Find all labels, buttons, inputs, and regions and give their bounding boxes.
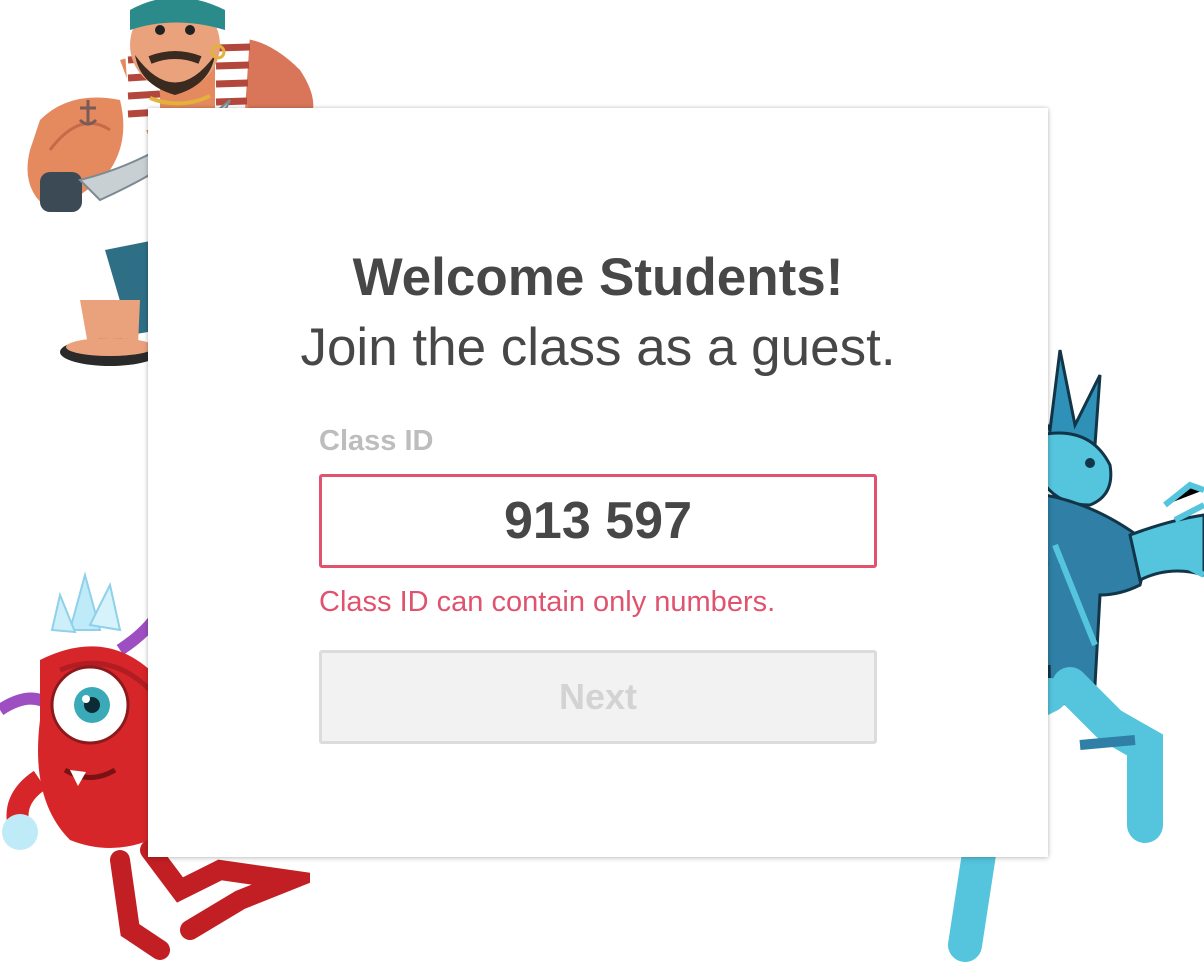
- class-id-error: Class ID can contain only numbers.: [319, 586, 776, 618]
- class-id-label: Class ID: [319, 425, 434, 457]
- page-subtitle: Join the class as a guest.: [300, 318, 896, 377]
- next-button[interactable]: Next: [319, 650, 877, 744]
- page-title: Welcome Students!: [352, 248, 844, 307]
- join-class-card: Welcome Students! Join the class as a gu…: [148, 108, 1048, 857]
- class-id-input[interactable]: [319, 474, 877, 568]
- login-page: Welcome Students! Join the class as a gu…: [0, 0, 1204, 962]
